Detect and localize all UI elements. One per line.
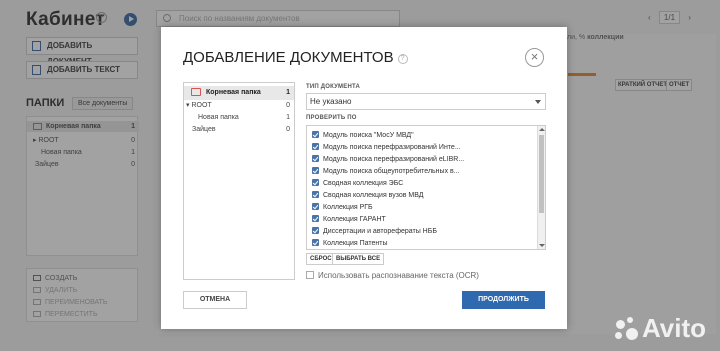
check-by-label: ПРОВЕРИТЬ ПО xyxy=(306,115,357,121)
collection-checkbox[interactable]: Модуль поиска перефразирований Инте... xyxy=(312,142,461,153)
checkbox-checked-icon xyxy=(312,227,319,234)
help-icon[interactable]: ? xyxy=(397,54,408,64)
folder-item-root[interactable]: Корневая папка 1 xyxy=(184,86,294,100)
folder-tree: Корневая папка 1 ▾ ROOT 0 Новая папка 1 … xyxy=(183,82,295,280)
dialog-title: ДОБАВЛЕНИЕ ДОКУМЕНТОВ? xyxy=(183,49,408,66)
checkbox-checked-icon xyxy=(312,167,319,174)
scroll-down-icon[interactable] xyxy=(539,244,545,247)
checkbox-checked-icon xyxy=(312,191,319,198)
checklist-scrollbar[interactable] xyxy=(537,126,545,249)
collection-checkbox[interactable]: Модуль поиска общеупотребительных в... xyxy=(312,166,460,177)
doc-type-label: ТИП ДОКУМЕНТА xyxy=(306,84,360,90)
select-all-button[interactable]: ВЫБРАТЬ ВСЕ xyxy=(332,253,385,265)
collections-checklist: Модуль поиска "МосУ МВД" Модуль поиска п… xyxy=(306,125,546,250)
collection-checkbox[interactable]: Коллекция ГАРАНТ xyxy=(312,214,386,225)
checkbox-checked-icon xyxy=(312,155,319,162)
chevron-down-icon xyxy=(535,100,541,104)
folder-icon xyxy=(191,88,201,97)
close-icon[interactable]: × xyxy=(525,48,544,67)
doc-type-value: Не указано xyxy=(310,97,352,106)
scrollbar-thumb[interactable] xyxy=(539,135,544,213)
ocr-checkbox[interactable]: Использовать распознавание текста (OCR) xyxy=(306,271,479,280)
checkbox-checked-icon xyxy=(312,215,319,222)
ocr-label: Использовать распознавание текста (OCR) xyxy=(318,271,479,280)
cancel-button[interactable]: ОТМЕНА xyxy=(183,291,247,309)
watermark-text: Avito xyxy=(642,313,707,343)
avito-logo-icon xyxy=(614,316,640,342)
checkbox-checked-icon xyxy=(312,179,319,186)
checkbox-checked-icon xyxy=(312,203,319,210)
checkbox-unchecked-icon xyxy=(306,271,314,279)
checkbox-checked-icon xyxy=(312,239,319,246)
doc-type-select[interactable]: Не указано xyxy=(306,93,546,110)
collection-checkbox[interactable]: Коллекция РГБ xyxy=(312,202,373,213)
continue-button[interactable]: ПРОДОЛЖИТЬ xyxy=(462,291,545,309)
checkbox-checked-icon xyxy=(312,131,319,138)
folder-item[interactable]: Новая папка 1 xyxy=(184,112,294,124)
collection-checkbox[interactable]: Коллекция Патенты xyxy=(312,238,388,249)
collection-checkbox[interactable]: Сводная коллекция вузов МВД xyxy=(312,190,424,201)
add-documents-dialog: ДОБАВЛЕНИЕ ДОКУМЕНТОВ? × Корневая папка … xyxy=(161,27,567,329)
collection-checkbox[interactable]: Модуль поиска "МосУ МВД" xyxy=(312,130,414,141)
collection-checkbox[interactable]: Модуль поиска перефразирований eLIBR... xyxy=(312,154,464,165)
folder-item[interactable]: ▾ ROOT 0 xyxy=(184,100,294,112)
collection-checkbox[interactable]: Сводная коллекция ЭБС xyxy=(312,178,403,189)
checkbox-checked-icon xyxy=(312,143,319,150)
collection-checkbox[interactable]: Диссертации и авторефераты НББ xyxy=(312,226,437,237)
scroll-up-icon[interactable] xyxy=(539,128,545,131)
folder-item[interactable]: Зайцев 0 xyxy=(184,124,294,136)
